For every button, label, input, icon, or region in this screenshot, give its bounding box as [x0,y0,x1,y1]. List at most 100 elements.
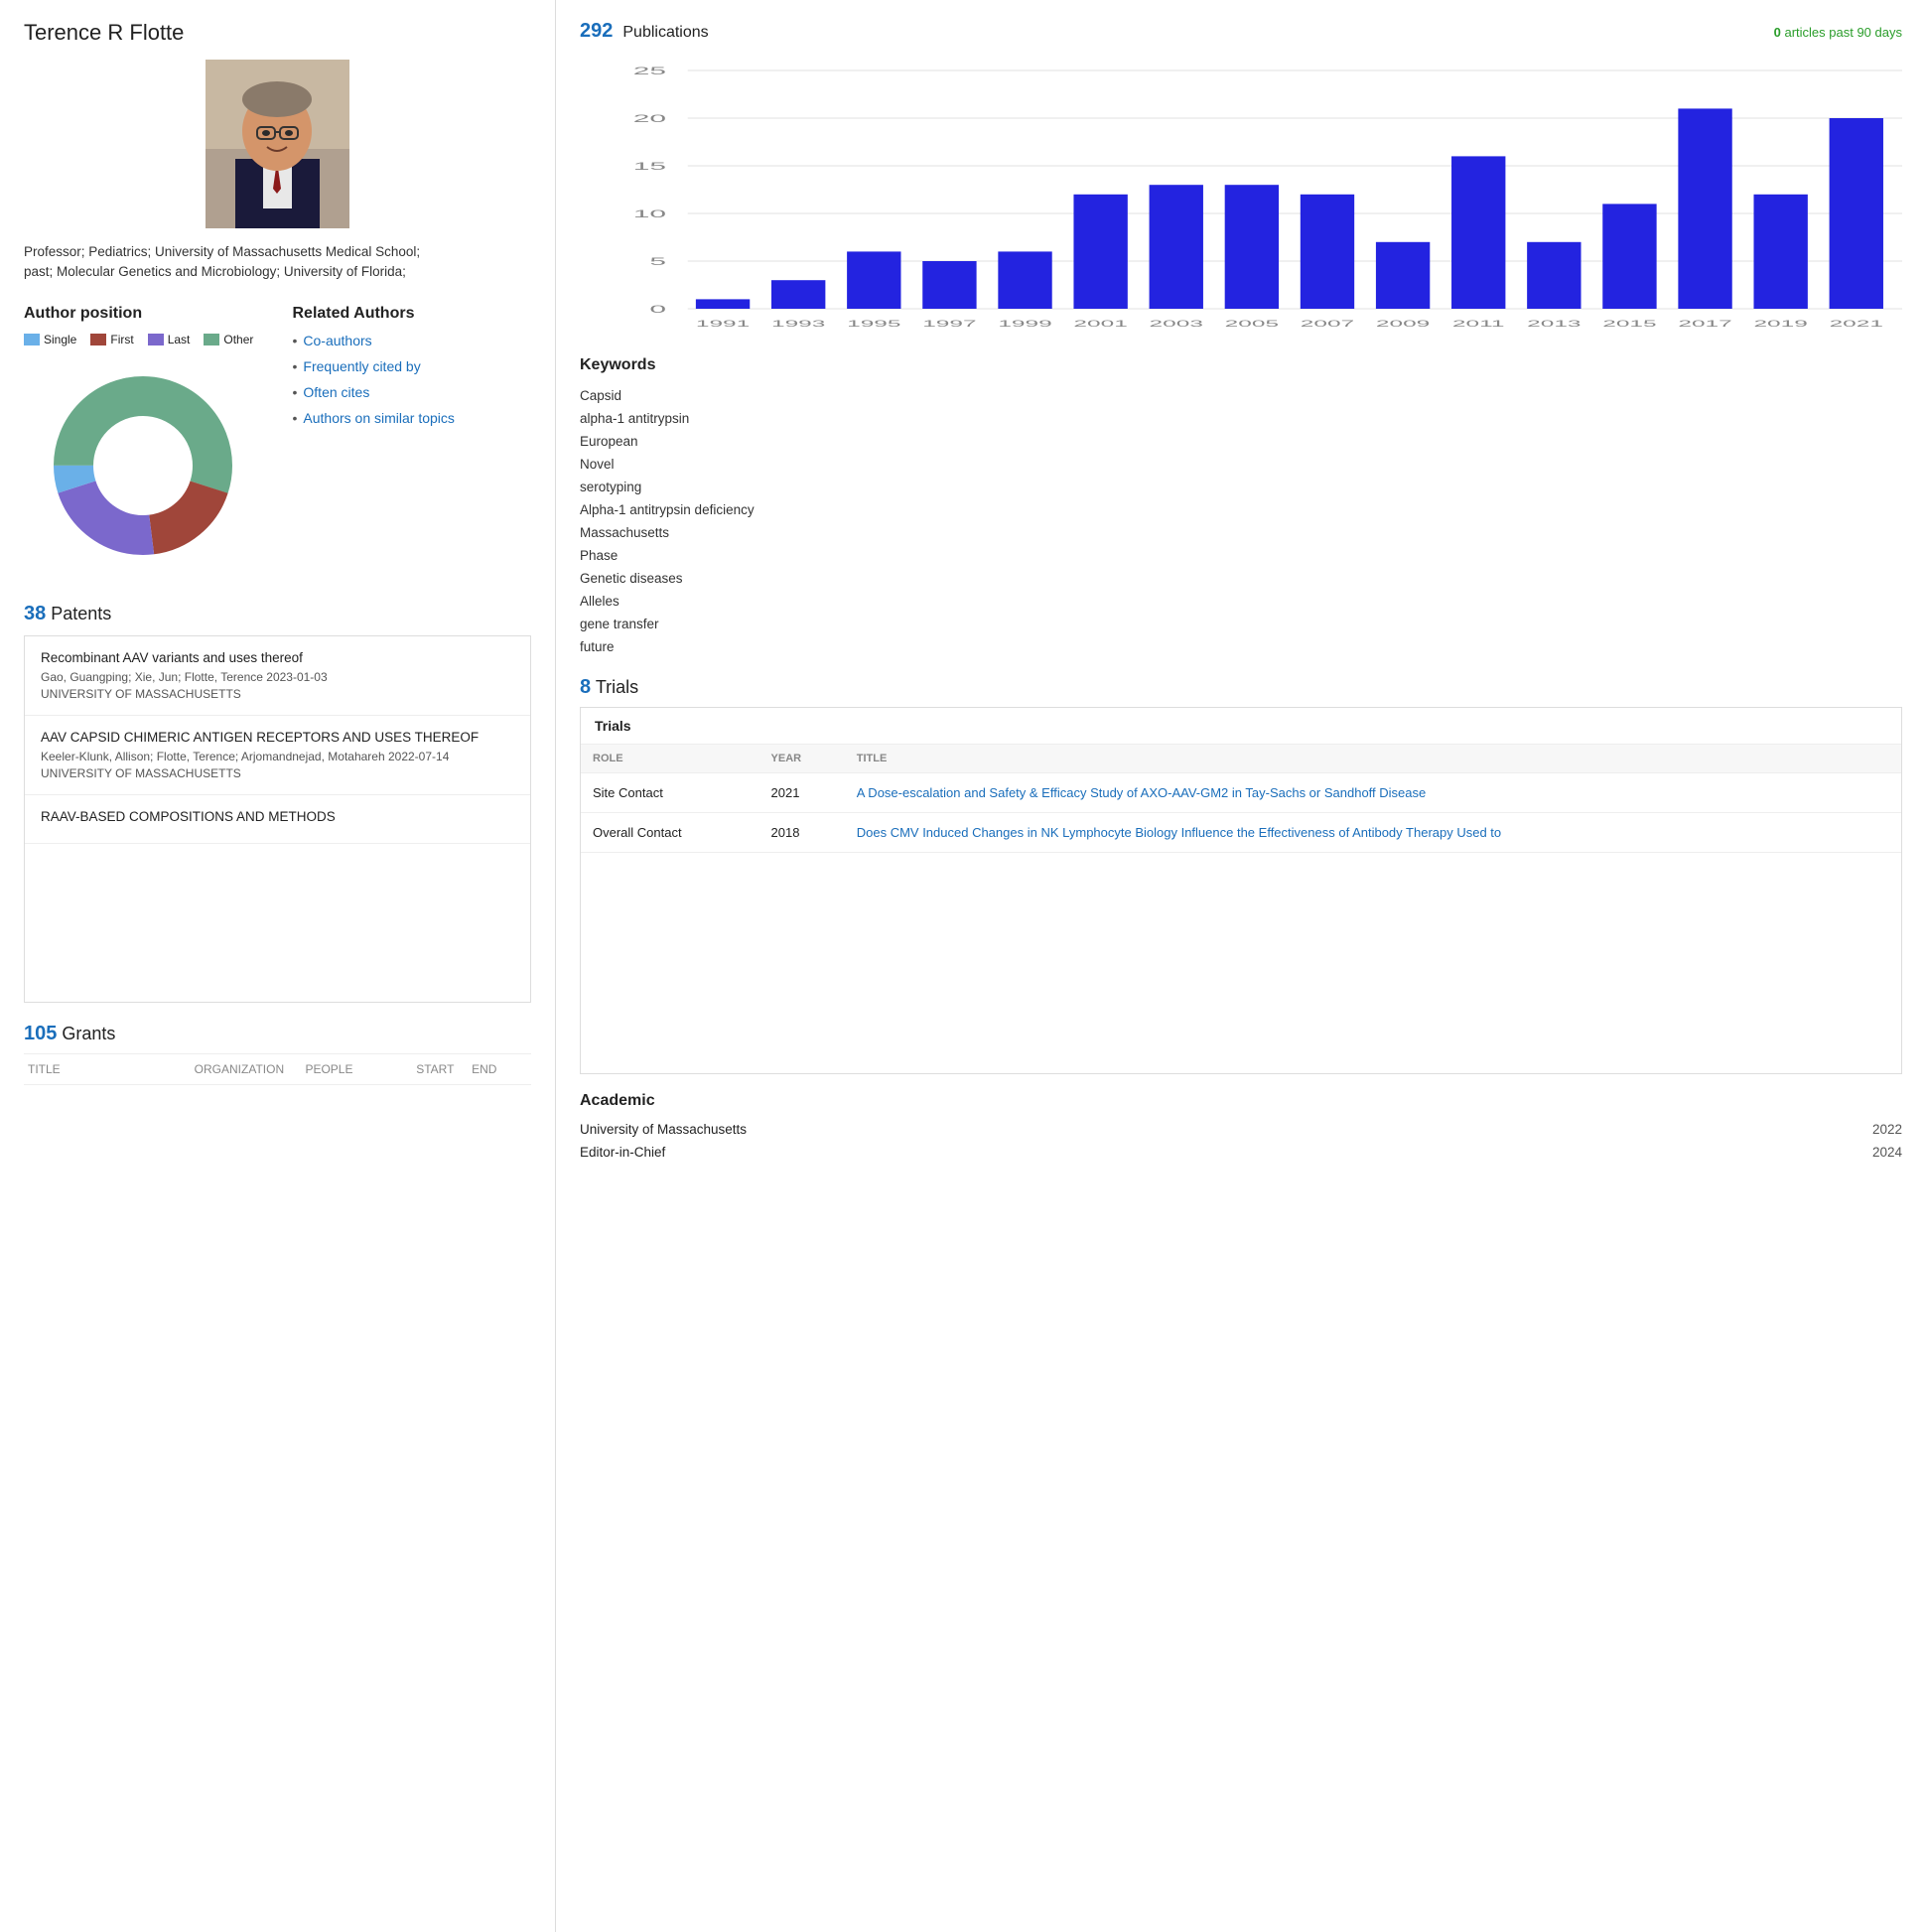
svg-text:2009: 2009 [1376,319,1430,329]
trial-role-2: Overall Contact [581,813,759,853]
keyword-item: gene transfer [580,613,1902,635]
patent-title-1: Recombinant AAV variants and uses thereo… [41,650,514,665]
patent-item-1: Recombinant AAV variants and uses thereo… [25,636,530,716]
patent-title-3: RAAV-BASED COMPOSITIONS AND METHODS [41,809,514,824]
keyword-item: Capsid [580,384,1902,407]
svg-text:1993: 1993 [771,319,825,329]
trials-label: Trials [596,677,638,697]
grants-label: Grants [62,1024,115,1043]
academic-year-2: 2024 [1872,1145,1902,1160]
academic-title: Academic [580,1092,1902,1110]
keyword-item: Genetic diseases [580,567,1902,590]
patent-authors-1: Gao, Guangping; Xie, Jun; Flotte, Terenc… [41,670,514,684]
svg-text:2011: 2011 [1452,319,1505,329]
coauthors-link[interactable]: Co-authors [303,333,371,348]
grants-col-title: TITLE [28,1062,195,1076]
svg-text:2021: 2021 [1830,319,1883,329]
svg-text:2017: 2017 [1678,319,1731,329]
pub-label: Publications [622,24,708,42]
svg-text:0: 0 [649,303,666,315]
trial-title-1: A Dose-escalation and Safety & Efficacy … [845,773,1901,813]
trial-link-2[interactable]: Does CMV Induced Changes in NK Lymphocyt… [857,825,1501,840]
keyword-item: Alleles [580,590,1902,613]
patents-section: 38 Patents Recombinant AAV variants and … [24,603,531,1003]
frequently-cited-link[interactable]: Frequently cited by [303,358,420,374]
svg-text:1991: 1991 [696,319,750,329]
keywords-title: Keywords [580,356,1902,374]
trial-row-2: Overall Contact 2018 Does CMV Induced Ch… [581,813,1901,853]
academic-section: Academic University of Massachusetts 202… [580,1092,1902,1164]
grants-col-end: END [472,1062,527,1076]
publications-header: 292 Publications 0 articles past 90 days [580,20,1902,43]
trial-year-2: 2018 [759,813,845,853]
trial-row-1: Site Contact 2021 A Dose-escalation and … [581,773,1901,813]
often-cites-link[interactable]: Often cites [303,384,369,400]
patent-item-3: RAAV-BASED COMPOSITIONS AND METHODS [25,795,530,844]
patents-count: 38 [24,603,46,624]
grants-count: 105 [24,1023,57,1044]
academic-item-1: University of Massachusetts 2022 [580,1118,1902,1141]
keyword-item: serotyping [580,476,1902,498]
pub-count: 292 [580,20,613,43]
trials-table: ROLE YEAR TITLE Site Contact 2021 A Dose… [581,744,1901,853]
keyword-item: Phase [580,544,1902,567]
trials-box[interactable]: Trials ROLE YEAR TITLE Site Contact 2021 [580,707,1902,1074]
svg-text:1999: 1999 [998,319,1051,329]
author-photo [206,60,349,228]
svg-text:25: 25 [633,65,666,76]
trial-link-1[interactable]: A Dose-escalation and Safety & Efficacy … [857,785,1427,800]
author-position-title: Author position [24,305,263,323]
patent-title-2: AAV CAPSID CHIMERIC ANTIGEN RECEPTORS AN… [41,730,514,745]
svg-text:1997: 1997 [922,319,976,329]
svg-text:2003: 2003 [1150,319,1203,329]
keyword-item: Novel [580,453,1902,476]
grants-col-start: START [416,1062,472,1076]
patents-label: Patents [51,604,111,623]
patent-item-2: AAV CAPSID CHIMERIC ANTIGEN RECEPTORS AN… [25,716,530,795]
similar-topics-link[interactable]: Authors on similar topics [303,410,455,426]
keywords-list: Capsid alpha-1 antitrypsin European Nove… [580,384,1902,658]
keyword-item: future [580,635,1902,658]
trial-year-1: 2021 [759,773,845,813]
author-bio: Professor; Pediatrics; University of Mas… [24,242,531,283]
svg-text:10: 10 [633,207,666,219]
svg-text:2001: 2001 [1073,319,1127,329]
related-authors-list: Co-authors Frequently cited by Often cit… [293,333,532,426]
svg-text:2007: 2007 [1301,319,1354,329]
publications-chart: 25 20 15 10 5 0 1991 1993 [580,51,1902,339]
svg-text:2013: 2013 [1527,319,1581,329]
keyword-item: European [580,430,1902,453]
trials-col-title: TITLE [845,745,1901,773]
patents-scroll[interactable]: Recombinant AAV variants and uses thereo… [24,635,531,1003]
author-position-legend: Single First Last Other [24,333,263,346]
patent-authors-2: Keeler-Klunk, Allison; Flotte, Terence; … [41,750,514,763]
articles-90: 0 articles past 90 days [1774,25,1902,40]
academic-institution-2: Editor-in-Chief [580,1145,665,1160]
svg-text:1995: 1995 [847,319,900,329]
related-authors-title: Related Authors [293,305,532,323]
svg-text:20: 20 [633,112,666,124]
keyword-item: alpha-1 antitrypsin [580,407,1902,430]
keyword-item: Massachusetts [580,521,1902,544]
author-name: Terence R Flotte [24,20,531,46]
academic-institution-1: University of Massachusetts [580,1122,747,1137]
grants-col-people: PEOPLE [305,1062,416,1076]
author-position-donut [34,356,252,575]
trials-col-year: YEAR [759,745,845,773]
trials-count: 8 [580,676,591,698]
svg-text:2019: 2019 [1753,319,1807,329]
keywords-section: Keywords Capsid alpha-1 antitrypsin Euro… [580,356,1902,658]
svg-text:5: 5 [649,255,666,267]
trials-box-title: Trials [581,708,1901,744]
grants-table-header: TITLE ORGANIZATION PEOPLE START END [24,1053,531,1085]
trial-role-1: Site Contact [581,773,759,813]
trials-col-role: ROLE [581,745,759,773]
svg-text:2005: 2005 [1225,319,1279,329]
keyword-item: Alpha-1 antitrypsin deficiency [580,498,1902,521]
trials-section: 8 Trials Trials ROLE YEAR TITLE S [580,676,1902,1074]
patent-org-1: UNIVERSITY OF MASSACHUSETTS [41,687,514,701]
grants-col-org: ORGANIZATION [195,1062,306,1076]
patent-org-2: UNIVERSITY OF MASSACHUSETTS [41,766,514,780]
academic-year-1: 2022 [1872,1122,1902,1137]
academic-item-2: Editor-in-Chief 2024 [580,1141,1902,1164]
